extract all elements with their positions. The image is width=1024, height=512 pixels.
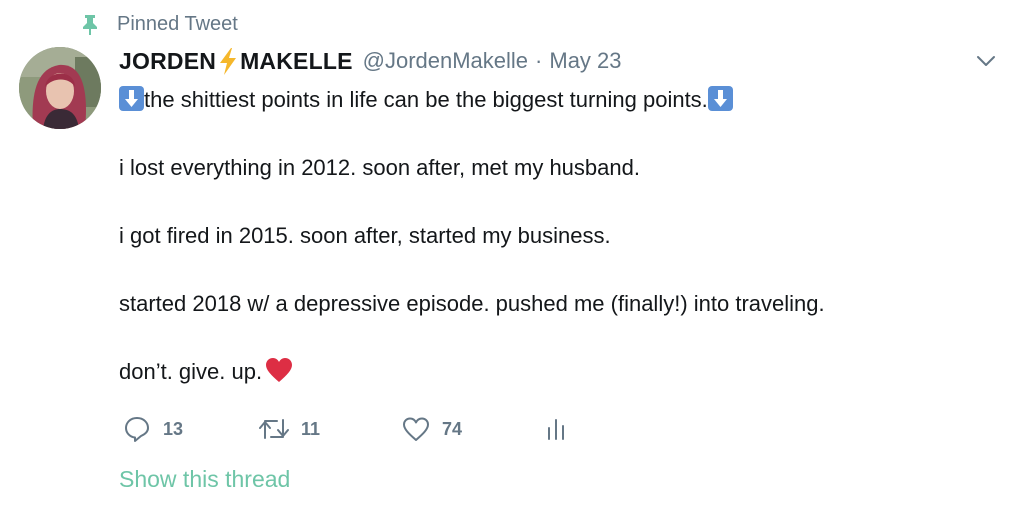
tweet-line-1: the shittiest points in life can be the … bbox=[144, 87, 708, 112]
tweet-date[interactable]: May 23 bbox=[549, 48, 621, 74]
down-arrow-emoji-icon bbox=[119, 86, 144, 111]
chevron-down-icon[interactable] bbox=[976, 54, 996, 68]
like-count: 74 bbox=[442, 418, 463, 439]
heart-outline-icon bbox=[403, 417, 429, 441]
retweet-icon bbox=[259, 419, 289, 439]
tweet-line-3: i got fired in 2015. soon after, started… bbox=[119, 223, 611, 248]
reply-button[interactable]: 13 bbox=[123, 412, 183, 446]
reply-count: 13 bbox=[163, 418, 184, 439]
pinned-tweet-label: Pinned Tweet bbox=[117, 12, 238, 35]
tweet-line-2: i lost everything in 2012. soon after, m… bbox=[119, 155, 640, 180]
tweet-actions: 13 11 74 bbox=[119, 412, 579, 446]
reply-icon bbox=[125, 417, 149, 442]
header-separator: · bbox=[535, 48, 543, 73]
retweet-count: 11 bbox=[301, 418, 321, 439]
high-voltage-icon bbox=[220, 47, 237, 75]
tweet-line-5: don’t. give. up. bbox=[119, 359, 263, 384]
author-name-first[interactable]: JORDEN bbox=[119, 48, 216, 75]
pinned-tweet-indicator: Pinned Tweet bbox=[79, 10, 238, 38]
show-thread-link[interactable]: Show this thread bbox=[119, 466, 290, 493]
avatar[interactable] bbox=[19, 47, 101, 129]
tweet-header: JORDEN MAKELLE @JordenMakelle · May 23 bbox=[119, 44, 622, 78]
author-name-last[interactable]: MAKELLE bbox=[240, 48, 353, 75]
red-heart-emoji-icon bbox=[266, 358, 293, 382]
tweet-line: don’t. give. up. bbox=[119, 355, 999, 389]
pin-icon bbox=[83, 15, 97, 35]
tweet-line-4: started 2018 w/ a depressive episode. pu… bbox=[119, 291, 825, 316]
retweet-button[interactable]: 11 bbox=[259, 412, 320, 446]
author-handle[interactable]: @JordenMakelle bbox=[363, 48, 528, 74]
down-arrow-emoji-icon bbox=[707, 86, 733, 111]
tweet-text: the shittiest points in life can be the … bbox=[119, 83, 999, 389]
like-button[interactable]: 74 bbox=[402, 412, 462, 446]
analytics-button[interactable] bbox=[546, 412, 566, 446]
analytics-icon bbox=[548, 419, 564, 440]
tweet-line: the shittiest points in life can be the … bbox=[119, 83, 999, 117]
